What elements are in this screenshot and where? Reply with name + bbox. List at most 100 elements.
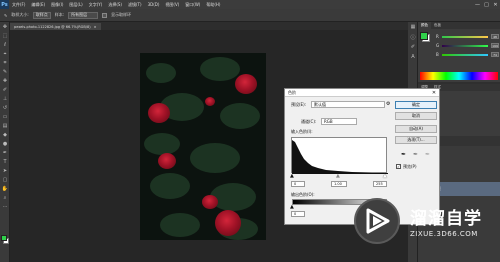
photoshop-logo: Ps — [0, 0, 9, 9]
properties-panel-icon[interactable]: ⓘ — [408, 32, 418, 42]
menu-layer[interactable]: 图层(L) — [66, 2, 85, 8]
close-window-button[interactable]: ✕ — [491, 2, 500, 8]
watermark: 溜溜自学 ZIXUE.3D66.COM — [352, 196, 500, 258]
white-eyedropper-icon[interactable]: ✒ — [425, 151, 430, 158]
green-slider[interactable] — [442, 45, 488, 47]
preview-checkbox[interactable]: ✓ — [396, 164, 401, 169]
menu-file[interactable]: 文件(F) — [9, 2, 28, 8]
brush-panel-icon[interactable]: ✐ — [408, 42, 418, 52]
path-select-icon[interactable]: ➤ — [0, 166, 10, 175]
more-tools-icon[interactable]: ··· — [0, 202, 10, 211]
gray-eyedropper-icon[interactable]: ✒ — [413, 151, 418, 158]
document-tab[interactable]: pexels-photo-1122826.jpg @ 66.7%(RGB/8) … — [10, 23, 101, 30]
sample-size-select[interactable]: 取样点 — [32, 11, 51, 19]
panel-foreground-swatch[interactable] — [420, 32, 428, 40]
character-panel-icon[interactable]: A — [408, 52, 418, 62]
clone-stamp-icon[interactable]: ⊥ — [0, 94, 10, 103]
rose-photo-canvas[interactable] — [140, 53, 266, 240]
cancel-button[interactable]: 取消 — [395, 112, 437, 120]
dodge-tool-icon[interactable]: ● — [0, 139, 10, 148]
blue-value[interactable]: 74 — [491, 52, 499, 57]
black-eyedropper-icon[interactable]: ✒ — [401, 151, 406, 158]
preset-select[interactable]: 默认值 — [311, 101, 385, 108]
input-levels-label: 输入色阶(I): — [291, 129, 313, 134]
lasso-tool-icon[interactable]: ℓ — [0, 40, 10, 49]
menu-view[interactable]: 视图(V) — [162, 2, 182, 8]
healing-brush-icon[interactable]: ✚ — [0, 76, 10, 85]
black-point-slider[interactable]: ▲ — [290, 173, 294, 179]
dialog-title-bar: 色阶 ✕ — [285, 89, 439, 97]
blue-slider[interactable] — [442, 54, 488, 56]
tab-color[interactable]: 颜色 — [418, 22, 431, 29]
output-black-field[interactable]: 0 — [291, 211, 305, 217]
ok-button[interactable]: 确定 — [395, 101, 437, 109]
move-tool-icon[interactable]: ✥ — [0, 22, 10, 31]
gamma-slider[interactable]: ▲ — [336, 173, 340, 179]
sample-size-label: 取样大小: — [11, 12, 29, 17]
pen-tool-icon[interactable]: ✒ — [0, 148, 10, 157]
history-brush-icon[interactable]: ↺ — [0, 103, 10, 112]
white-point-slider[interactable]: ▲ — [383, 173, 387, 179]
auto-button[interactable]: 自动(A) — [395, 125, 437, 133]
dialog-title: 色阶 — [288, 89, 296, 95]
menu-image[interactable]: 图像(I) — [48, 2, 66, 8]
rose-flower — [202, 195, 218, 209]
dialog-close-button[interactable]: ✕ — [429, 89, 439, 97]
minimize-button[interactable]: — — [473, 2, 482, 8]
menu-filter[interactable]: 滤镜(T) — [125, 2, 145, 8]
shape-tool-icon[interactable]: ▢ — [0, 175, 10, 184]
gradient-tool-icon[interactable]: ▤ — [0, 121, 10, 130]
document-tab-bar: pexels-photo-1122826.jpg @ 66.7%(RGB/8) … — [10, 22, 408, 30]
foreground-color-swatch[interactable] — [1, 235, 7, 241]
rose-flower — [158, 153, 176, 169]
blue-label: B — [436, 52, 439, 57]
options-button[interactable]: 选项(T)... — [395, 136, 437, 144]
color-spectrum-bar[interactable] — [420, 72, 498, 80]
eraser-tool-icon[interactable]: ▭ — [0, 112, 10, 121]
type-tool-icon[interactable]: T — [0, 157, 10, 166]
show-ring-checkbox[interactable] — [102, 12, 108, 18]
watermark-title: 溜溜自学 — [410, 209, 482, 229]
eyedropper-icon[interactable]: ✎ — [0, 67, 10, 76]
sample-select[interactable]: 所有图层 — [68, 11, 99, 19]
sample-label: 样本: — [54, 12, 65, 17]
crop-tool-icon[interactable]: ⌗ — [0, 58, 10, 67]
input-gamma-field[interactable]: 1.00 — [331, 181, 347, 187]
tab-swatches[interactable]: 色板 — [431, 22, 444, 29]
channel-select[interactable]: RGB — [321, 118, 357, 125]
menu-edit[interactable]: 编辑(E) — [28, 2, 48, 8]
show-ring-label: 显示取样环 — [111, 12, 132, 17]
watermark-subtitle: ZIXUE.3D66.COM — [410, 230, 478, 238]
rose-flower — [205, 97, 215, 106]
preset-label: 预设(E): — [291, 102, 306, 107]
tools-panel: ✥ ⬚ ℓ ⌖ ⌗ ✎ ✚ ✐ ⊥ ↺ ▭ ▤ ◆ ● ✒ T ➤ ▢ ✋ ⌕ … — [0, 22, 10, 262]
preset-gear-icon[interactable]: ⚙ — [386, 101, 390, 107]
red-label: R — [436, 34, 439, 39]
menu-type[interactable]: 文字(Y) — [86, 2, 106, 8]
menu-3d[interactable]: 3D(D) — [145, 2, 163, 7]
green-label: G — [436, 43, 440, 48]
hand-tool-icon[interactable]: ✋ — [0, 184, 10, 193]
quick-select-tool-icon[interactable]: ⌖ — [0, 49, 10, 58]
input-white-field[interactable]: 255 — [373, 181, 387, 187]
menu-window[interactable]: 窗口(W) — [182, 2, 203, 8]
close-tab-icon[interactable]: × — [94, 25, 97, 29]
brush-tool-icon[interactable]: ✐ — [0, 85, 10, 94]
green-value[interactable]: 199 — [491, 43, 499, 48]
input-black-field[interactable]: 0 — [291, 181, 305, 187]
red-value[interactable]: 48 — [491, 34, 499, 39]
zoom-tool-icon[interactable]: ⌕ — [0, 193, 10, 202]
marquee-tool-icon[interactable]: ⬚ — [0, 31, 10, 40]
window-controls: — □ ✕ — [473, 2, 500, 8]
options-bar: ✎ 取样大小: 取样点 样本: 所有图层 显示取样环 — [0, 9, 500, 22]
rose-flower — [235, 74, 257, 94]
preview-label: 预览(P) — [403, 164, 417, 169]
maximize-button[interactable]: □ — [482, 2, 491, 8]
blur-tool-icon[interactable]: ◆ — [0, 130, 10, 139]
eyedropper-tool-icon[interactable]: ✎ — [4, 13, 7, 18]
red-slider[interactable] — [442, 36, 488, 38]
menu-select[interactable]: 选择(S) — [105, 2, 125, 8]
menu-help[interactable]: 帮助(H) — [203, 2, 223, 8]
history-panel-icon[interactable]: ▦ — [408, 22, 418, 32]
output-black-slider[interactable]: ▲ — [290, 204, 294, 210]
